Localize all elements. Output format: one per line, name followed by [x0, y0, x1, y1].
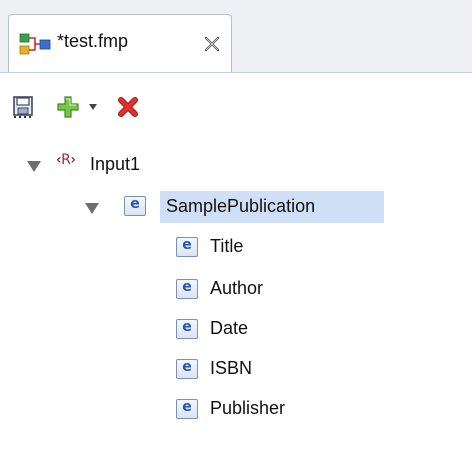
tree-node-label: Date	[210, 318, 249, 338]
element-badge-letter: e	[130, 196, 140, 212]
element-badge-letter: e	[182, 399, 192, 415]
element-badge-letter: e	[182, 237, 192, 253]
tree-node-label: Input1	[90, 154, 141, 174]
tree-node-label: ISBN	[210, 358, 253, 378]
add-icon[interactable]	[56, 95, 80, 119]
element-icon: e	[176, 237, 198, 257]
expanded-triangle-icon[interactable]	[26, 158, 42, 174]
element-icon: e	[124, 196, 146, 216]
tree-node-isbn[interactable]: e ISBN	[0, 351, 472, 387]
element-icon: e	[176, 279, 198, 299]
schema-tree: ‹R› Input1 e SamplePublication e Title e…	[0, 135, 472, 454]
tree-node-author[interactable]: e Author	[0, 271, 472, 307]
element-icon: e	[176, 399, 198, 419]
editor-tab[interactable]: *test.fmp	[8, 14, 232, 72]
tree-node-title[interactable]: e Title	[0, 229, 472, 265]
element-icon: e	[176, 359, 198, 379]
root-badge-letter: R	[61, 152, 71, 168]
element-icon: e	[176, 319, 198, 339]
tree-node-label: Author	[210, 278, 264, 298]
tree-node-label: Title	[210, 236, 244, 256]
editor-toolbar	[0, 73, 472, 135]
close-icon[interactable]	[203, 35, 221, 53]
element-badge-letter: e	[182, 319, 192, 335]
chevron-down-icon[interactable]	[88, 103, 98, 111]
expanded-triangle-icon[interactable]	[84, 200, 100, 216]
delete-icon[interactable]	[116, 95, 140, 119]
tree-node-input1[interactable]: ‹R› Input1	[0, 147, 472, 183]
editor-tab-title: *test.fmp	[57, 31, 129, 51]
tree-node-publisher[interactable]: e Publisher	[0, 391, 472, 427]
save-icon[interactable]	[12, 95, 36, 119]
element-badge-letter: e	[182, 359, 192, 375]
tree-node-samplepublication[interactable]: e SamplePublication	[0, 189, 472, 225]
tree-node-date[interactable]: e Date	[0, 311, 472, 347]
tree-node-label: Publisher	[210, 398, 286, 418]
tree-node-label: SamplePublication	[166, 196, 316, 216]
tab-strip-empty-area	[232, 14, 472, 72]
editor-tab-strip: *test.fmp	[0, 0, 472, 73]
root-icon: ‹R›	[56, 152, 76, 168]
mapping-file-icon	[19, 33, 51, 55]
element-badge-letter: e	[182, 279, 192, 295]
mapping-editor-window: *test.fmp ‹R› Input1 e SamplePublication…	[0, 0, 472, 454]
